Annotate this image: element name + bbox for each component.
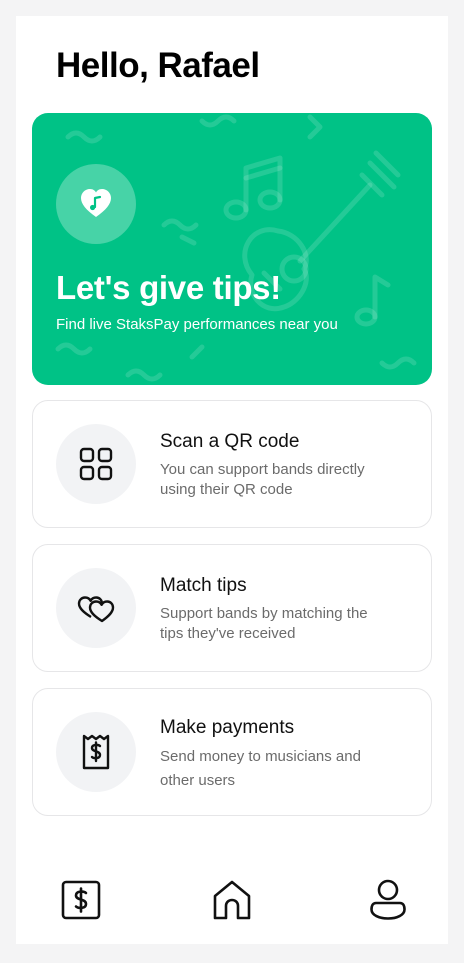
- card-icon-circle: [56, 424, 136, 504]
- card-description: Send money to musicians and other users: [160, 748, 361, 789]
- card-description: Support bands by matching the tips they'…: [160, 605, 368, 642]
- user-icon: [370, 879, 406, 920]
- card-icon-circle: [56, 712, 136, 792]
- qr-grid-icon: [79, 447, 113, 481]
- card-description: You can support bands directly using the…: [160, 461, 365, 498]
- music-pattern-decoration: [55, 114, 417, 382]
- card-icon-circle: [56, 568, 136, 648]
- receipt-dollar-icon: [82, 734, 110, 770]
- tips-hero-banner[interactable]: Let's give tips! Find live StaksPay perf…: [32, 113, 432, 385]
- heart-music-icon: [81, 189, 111, 217]
- nav-profile-button[interactable]: [366, 878, 410, 922]
- app-screen: Hello, Rafael Let's give tips! Find live…: [16, 16, 448, 944]
- hero-title: Let's give tips!: [56, 269, 281, 306]
- match-tips-card[interactable]: Match tips Support bands by matching the…: [32, 544, 432, 672]
- make-payments-card[interactable]: Make payments Send money to musicians an…: [32, 688, 432, 816]
- card-title: Scan a QR code: [160, 431, 300, 452]
- hero-badge: [56, 164, 136, 244]
- bottom-navigation: [16, 862, 448, 944]
- card-title: Match tips: [160, 575, 247, 596]
- card-title: Make payments: [160, 717, 295, 738]
- home-icon: [213, 880, 251, 920]
- greeting-title: Hello, Rafael: [56, 46, 260, 85]
- nav-home-button[interactable]: [210, 878, 254, 922]
- dollar-square-icon: [61, 880, 101, 920]
- two-hearts-icon: [77, 596, 115, 623]
- hero-subtitle: Find live StaksPay performances near you: [56, 316, 338, 333]
- scan-qr-card[interactable]: Scan a QR code You can support bands dir…: [32, 400, 432, 528]
- nav-payments-button[interactable]: [59, 878, 103, 922]
